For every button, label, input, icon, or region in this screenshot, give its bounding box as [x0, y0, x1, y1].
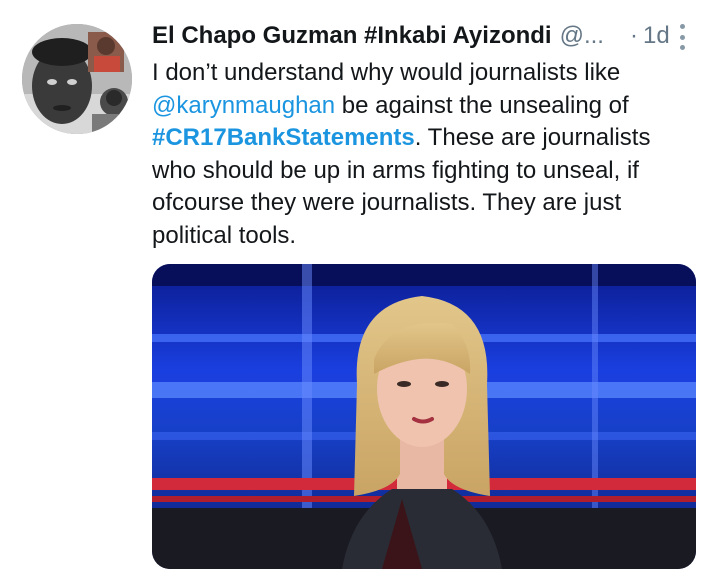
- tweet-timestamp[interactable]: 1d: [643, 22, 670, 50]
- mention-link[interactable]: @karynmaughan: [152, 92, 335, 119]
- author-name[interactable]: El Chapo Guzman #Inkabi Ayizondi: [152, 22, 552, 50]
- author-handle[interactable]: @...: [560, 22, 604, 50]
- dot-icon: [679, 34, 685, 40]
- avatar-image: [22, 24, 132, 134]
- tweet-text-part: I don’t understand why would journalists…: [152, 59, 621, 86]
- tweet-header: El Chapo Guzman #Inkabi Ayizondi @... · …: [152, 20, 670, 52]
- meta-separator: ·: [629, 22, 638, 49]
- tweet-media-image[interactable]: [152, 264, 696, 569]
- author-avatar[interactable]: [22, 24, 132, 134]
- dot-icon: [679, 45, 685, 50]
- hashtag-link[interactable]: #CR17BankStatements: [152, 124, 415, 151]
- tweet-text: I don’t understand why would journalists…: [152, 57, 697, 253]
- more-options-icon[interactable]: [672, 22, 692, 52]
- tweet-text-part: be against the unsealing of: [335, 91, 629, 119]
- media-photo: [152, 264, 696, 569]
- dot-icon: [679, 24, 685, 29]
